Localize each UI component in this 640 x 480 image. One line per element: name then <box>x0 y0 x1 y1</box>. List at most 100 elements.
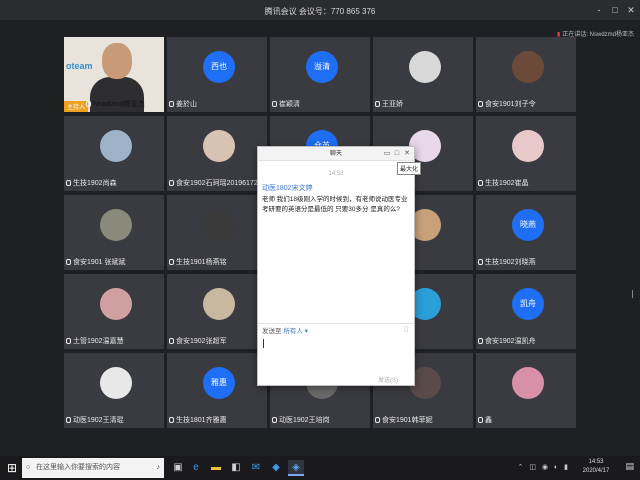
participant-tile[interactable]: 鑫 <box>476 353 576 428</box>
chat-minimize-icon[interactable]: ▭ <box>382 149 392 159</box>
participant-name-text: 崔颖清 <box>279 101 300 108</box>
chat-message: 老师 我们18级刚入学的时候到，有老师说动医专业考研要的英语分是最低的 只要30… <box>262 196 408 213</box>
clock-date: 2020/4/17 <box>582 468 610 474</box>
participant-tile[interactable]: 动医1902王清琨 <box>64 353 164 428</box>
send-to-label: 发送至 <box>262 328 282 335</box>
participant-name: 生技1902尚森 <box>66 178 117 188</box>
participant-name: 生技1902崔晶 <box>478 178 529 188</box>
avatar <box>100 288 132 320</box>
participant-name-text: 食安1902温凯舟 <box>485 338 536 345</box>
avatar <box>203 288 235 320</box>
taskbar: ⊞ ○ 在这里输入你要搜索的内容 ♪ ▣ e ▬ ◧ ✉ ◆ ◈ ⌃ ◫ ◉ ◐… <box>0 456 640 480</box>
participant-tile[interactable]: oteam 主持人 Nswdzmd杨亚杰 <box>64 37 164 112</box>
participant-name: 王亚娇 <box>375 99 403 109</box>
avatar: 凯舟 <box>512 288 544 320</box>
participant-tile[interactable]: 西也 姜於山 <box>167 37 267 112</box>
mic-icon <box>478 417 483 423</box>
participant-tile[interactable]: 食安1902张超军 <box>167 274 267 349</box>
participant-name: 生技1801齐雅惠 <box>169 415 227 425</box>
active-window-icon[interactable]: ◈ <box>288 460 304 476</box>
participant-tile[interactable]: 生技1902尚森 <box>64 116 164 191</box>
send-to-row[interactable]: 发送至 所有人 ▾ <box>262 325 308 335</box>
company-logo: oteam <box>66 61 93 71</box>
chat-dialog[interactable]: 聊天 ▭ □ ✕ 14:53 动医1802宋文婷 老师 我们18级刚入学的时候到… <box>257 146 415 386</box>
taskbar-search-placeholder: 在这里输入你要搜索的内容 <box>36 464 120 471</box>
participant-tile[interactable]: 凯舟食安1902温凯舟 <box>476 274 576 349</box>
chat-divider <box>258 323 414 324</box>
participant-name-text: 食安1901韩菲妮 <box>382 417 433 424</box>
participant-tile[interactable]: 晓燕 生技1902刘晓燕 <box>476 195 576 270</box>
avatar <box>512 130 544 162</box>
participant-tile[interactable]: 生技1901杨燕铭 <box>167 195 267 270</box>
avatar <box>203 209 235 241</box>
participant-name-text: 食安1902石珂瑶20196172 <box>176 180 258 187</box>
participant-name: 食安1901韩菲妮 <box>375 415 433 425</box>
system-tray-icons[interactable]: ⌃ ◫ ◉ ◐ ▮ <box>518 463 570 471</box>
participant-tile[interactable]: 食安1902石珂瑶20196172 <box>167 116 267 191</box>
maximize-tooltip: 最大化 <box>397 162 422 175</box>
minimize-icon[interactable]: - <box>592 3 606 17</box>
microphone-icon[interactable]: ♪ <box>157 458 161 478</box>
send-to-target[interactable]: 所有人 <box>283 328 303 335</box>
close-icon[interactable]: ✕ <box>624 3 638 17</box>
participant-name: 食安1902石珂瑶20196172 <box>169 178 258 188</box>
participant-name: 姜於山 <box>169 99 197 109</box>
participant-name: 食安1901刘子令 <box>478 99 536 109</box>
taskbar-clock[interactable]: 14:53 2020/4/17 <box>576 458 616 476</box>
scroll-handle[interactable] <box>632 290 638 298</box>
participant-tile[interactable]: 王亚娇 <box>373 37 473 112</box>
participant-name: 动医1902王清琨 <box>66 415 124 425</box>
mail-icon[interactable]: ✉ <box>248 460 264 476</box>
chat-input[interactable] <box>263 339 264 348</box>
avatar: 溢清 <box>306 51 338 83</box>
participant-name-text: 姜於山 <box>176 101 197 108</box>
mic-icon <box>66 259 71 265</box>
chat-close-icon[interactable]: ✕ <box>402 149 412 159</box>
mic-icon <box>66 180 71 186</box>
participant-name-text: 生技1902崔晶 <box>485 180 529 187</box>
store-icon[interactable]: ◧ <box>228 460 244 476</box>
mic-icon <box>169 338 174 344</box>
participant-tile[interactable]: 土管1902温嘉慧 <box>64 274 164 349</box>
participant-name-text: 鑫 <box>485 417 492 424</box>
participant-name: 生技1901杨燕铭 <box>169 257 227 267</box>
avatar <box>100 130 132 162</box>
chat-header: 聊天 ▭ □ ✕ <box>258 147 414 161</box>
participant-tile[interactable]: 雅惠生技1801齐雅惠 <box>167 353 267 428</box>
participant-tile[interactable]: 食安1901 张斌斌 <box>64 195 164 270</box>
send-to-dropdown-icon[interactable]: ▾ <box>303 328 308 335</box>
mic-icon <box>375 101 380 107</box>
mic-icon <box>478 338 483 344</box>
participant-tile[interactable]: 溢清崔颖清 <box>270 37 370 112</box>
mic-icon <box>169 180 174 186</box>
taskbar-search-input[interactable]: ○ 在这里输入你要搜索的内容 ♪ <box>22 458 164 478</box>
meeting-app-icon[interactable]: ◆ <box>268 460 284 476</box>
participant-name: 食安1901 张斌斌 <box>66 257 126 267</box>
participant-name-text: 生技1801齐雅惠 <box>176 417 227 424</box>
mic-icon <box>272 101 277 107</box>
participant-name-text: 土管1902温嘉慧 <box>73 338 124 345</box>
task-view-icon[interactable]: ▣ <box>170 460 186 476</box>
mic-icon <box>86 101 91 107</box>
maximize-icon[interactable]: □ <box>608 3 622 17</box>
participant-name: 动医1902王培岗 <box>272 415 330 425</box>
avatar <box>203 130 235 162</box>
participant-name-text: 食安1901刘子令 <box>485 101 536 108</box>
mic-icon <box>169 417 174 423</box>
participant-tile[interactable]: 生技1902崔晶 <box>476 116 576 191</box>
avatar <box>409 51 441 83</box>
chat-maximize-icon[interactable]: □ <box>392 149 402 159</box>
notification-icon[interactable]: ▤ <box>625 461 634 472</box>
participant-tile[interactable]: 食安1901刘子令 <box>476 37 576 112</box>
windows-start-icon[interactable]: ⊞ <box>4 460 20 476</box>
chat-timestamp: 14:53 <box>328 171 344 177</box>
chat-title: 聊天 <box>329 151 342 157</box>
avatar: 雅惠 <box>203 367 235 399</box>
participant-name: 食安1902张超军 <box>169 336 227 346</box>
edge-icon[interactable]: e <box>188 460 204 476</box>
participant-name: 鑫 <box>478 415 492 425</box>
send-button[interactable]: 发送(S) <box>378 375 398 384</box>
file-icon[interactable]: ▯ <box>404 325 408 333</box>
participant-name-text: 动医1902王清琨 <box>73 417 124 424</box>
file-explorer-icon[interactable]: ▬ <box>208 460 224 476</box>
